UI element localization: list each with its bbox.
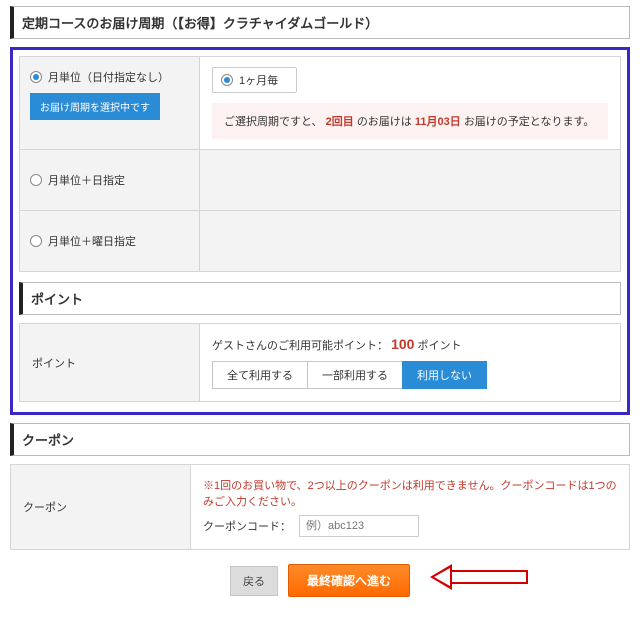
points-use-all-button[interactable]: 全て利用する — [212, 361, 308, 389]
radio-icon — [30, 235, 42, 247]
points-text: ゲストさんのご利用可能ポイント： — [212, 340, 388, 352]
option-label: 月単位＋曜日指定 — [48, 233, 136, 249]
coupon-table: クーポン ※1回のお買い物で、2つ以上のクーポンは利用できません。クーポンコード… — [10, 464, 630, 550]
action-button-row: 戻る 最終確認へ進む — [10, 564, 630, 597]
section-title-delivery: 定期コースのお届け周期（【お得】クラチャイダムゴールド） — [10, 6, 630, 39]
notice-text: ご選択周期ですと、 — [224, 116, 323, 128]
option-detail-empty — [200, 211, 621, 272]
notice-text: のお届けは — [357, 116, 412, 128]
points-table: ポイント ゲストさんのご利用可能ポイント： 100 ポイント 全て利用する 一部… — [19, 323, 621, 402]
radio-icon — [30, 71, 42, 83]
notice-count: 2回目 — [326, 116, 354, 128]
delivery-notice: ご選択周期ですと、 2回目 のお届けは 11月03日 お届けの予定となります。 — [212, 103, 608, 139]
selecting-badge: お届け周期を選択中です — [30, 93, 160, 120]
option-label: 月単位＋日指定 — [48, 172, 125, 188]
points-label-cell: ポイント — [20, 324, 200, 402]
coupon-note: ※1回のお買い物で、2つ以上のクーポンは利用できません。クーポンコードは1つのみ… — [203, 477, 617, 509]
points-available-line: ゲストさんのご利用可能ポイント： 100 ポイント — [212, 336, 608, 353]
delivery-options-table: 月単位（日付指定なし） お届け周期を選択中です 1ヶ月毎 ご選択周期ですと、 2… — [19, 56, 621, 272]
highlight-frame: 月単位（日付指定なし） お届け周期を選択中です 1ヶ月毎 ご選択周期ですと、 2… — [10, 47, 630, 415]
points-use-none-button[interactable]: 利用しない — [402, 361, 487, 389]
option-monthly-with-weekday[interactable]: 月単位＋曜日指定 — [20, 211, 200, 272]
radio-icon — [221, 74, 233, 86]
option-monthly-with-date[interactable]: 月単位＋日指定 — [20, 150, 200, 211]
option-detail-empty — [200, 150, 621, 211]
points-value: 100 — [391, 336, 414, 352]
coupon-content-cell: ※1回のお買い物で、2つ以上のクーポンは利用できません。クーポンコードは1つのみ… — [191, 465, 630, 550]
interval-option[interactable]: 1ヶ月毎 — [212, 67, 297, 93]
option-monthly-no-date[interactable]: 月単位（日付指定なし） お届け周期を選択中です — [20, 57, 200, 150]
section-title-coupon: クーポン — [10, 423, 630, 456]
radio-icon — [30, 174, 42, 186]
notice-text: お届けの予定となります。 — [464, 116, 595, 128]
points-use-partial-button[interactable]: 一部利用する — [307, 361, 403, 389]
points-text: ポイント — [417, 340, 461, 352]
points-content-cell: ゲストさんのご利用可能ポイント： 100 ポイント 全て利用する 一部利用する … — [200, 324, 621, 402]
confirm-next-button[interactable]: 最終確認へ進む — [288, 564, 410, 597]
section-title-points: ポイント — [19, 282, 621, 315]
points-usage-toggle: 全て利用する 一部利用する 利用しない — [212, 361, 608, 389]
option-detail-panel: 1ヶ月毎 ご選択周期ですと、 2回目 のお届けは 11月03日 お届けの予定とな… — [200, 57, 621, 150]
option-label: 月単位（日付指定なし） — [48, 69, 169, 85]
coupon-code-input[interactable] — [299, 515, 419, 537]
interval-label: 1ヶ月毎 — [239, 72, 278, 88]
coupon-code-label: クーポンコード： — [203, 518, 291, 534]
annotation-arrow-icon — [430, 566, 530, 588]
coupon-label-cell: クーポン — [11, 465, 191, 550]
back-button[interactable]: 戻る — [230, 566, 278, 596]
notice-date: 11月03日 — [415, 116, 461, 128]
